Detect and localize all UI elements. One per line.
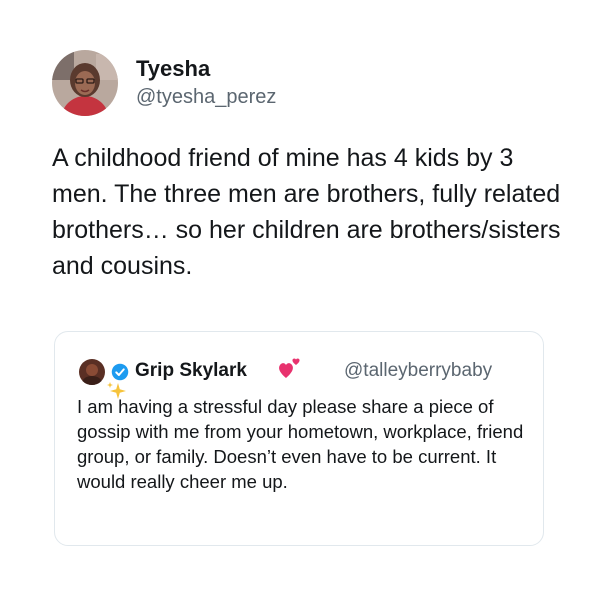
quoted-tweet[interactable]: Grip Skylark @talleyberrybaby I am havin… [54, 331, 544, 546]
sparkles-icon [105, 380, 129, 404]
author-avatar[interactable] [52, 50, 118, 116]
quoted-author-handle[interactable]: @talleyberrybaby [344, 360, 492, 382]
tweet-text: A childhood friend of mine has 4 kids by… [52, 144, 561, 280]
profile-photo-icon [52, 50, 118, 116]
author-handle[interactable]: @tyesha_perez [136, 86, 276, 109]
quoted-tweet-text: I am having a stressful day please share… [77, 396, 524, 492]
tweet-card: Tyesha @tyesha_perez A childhood friend … [0, 0, 599, 599]
quoted-author-display-name[interactable]: Grip Skylark [135, 360, 247, 382]
quoted-author-avatar[interactable] [79, 359, 105, 385]
author-display-name[interactable]: Tyesha [136, 56, 210, 82]
verified-badge-icon [111, 363, 129, 381]
quoted-profile-photo-icon [79, 359, 105, 385]
two-hearts-icon [277, 354, 303, 380]
